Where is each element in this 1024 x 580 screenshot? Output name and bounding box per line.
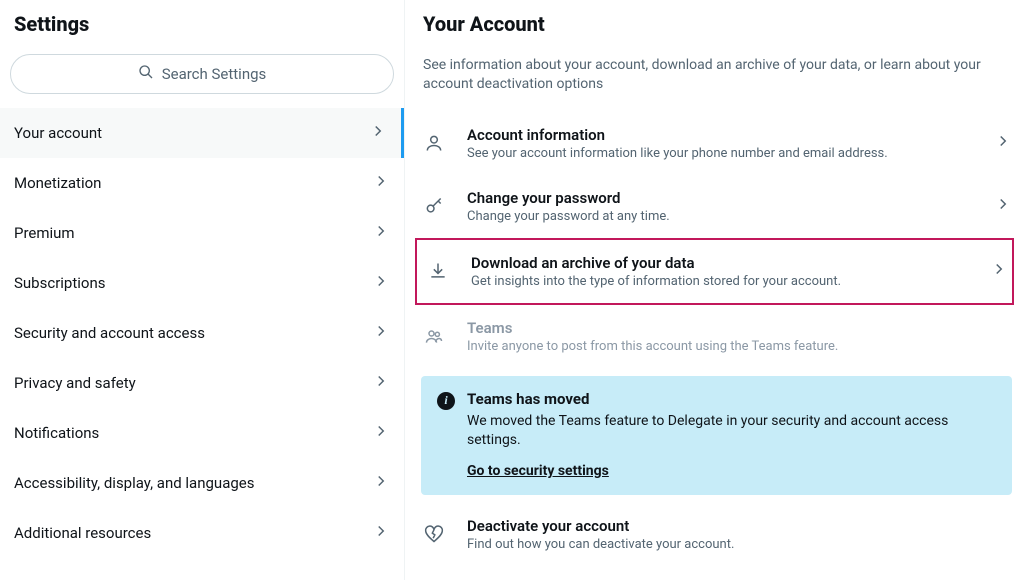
option-desc: Find out how you can deactivate your acc… [467, 537, 1012, 552]
chevron-right-icon [372, 222, 390, 244]
callout-text: We moved the Teams feature to Delegate i… [467, 412, 996, 451]
nav-accessibility[interactable]: Accessibility, display, and languages [0, 458, 404, 508]
chevron-right-icon [372, 272, 390, 294]
search-settings-input[interactable]: Search Settings [10, 54, 394, 94]
option-account-information[interactable]: Account information See your account inf… [405, 112, 1024, 175]
nav-security[interactable]: Security and account access [0, 308, 404, 358]
nav-label: Notifications [14, 424, 99, 442]
callout-title: Teams has moved [467, 390, 996, 408]
option-title: Account information [467, 126, 976, 144]
nav-label: Subscriptions [14, 274, 105, 292]
nav-notifications[interactable]: Notifications [0, 408, 404, 458]
person-icon [419, 133, 449, 153]
nav-label: Accessibility, display, and languages [14, 474, 254, 492]
nav-label: Premium [14, 224, 75, 242]
nav-label: Privacy and safety [14, 374, 136, 392]
teams-moved-callout: i Teams has moved We moved the Teams fea… [421, 376, 1012, 495]
heartbreak-icon [419, 524, 449, 544]
panel-title: Your Account [405, 0, 1024, 46]
option-title: Change your password [467, 189, 976, 207]
chevron-right-icon [994, 132, 1012, 154]
account-panel: Your Account See information about your … [405, 0, 1024, 580]
option-title: Teams [467, 319, 1012, 337]
nav-monetization[interactable]: Monetization [0, 158, 404, 208]
option-deactivate[interactable]: Deactivate your account Find out how you… [405, 503, 1024, 566]
nav-label: Monetization [14, 174, 101, 192]
settings-sidebar: Settings Search Settings Your account Mo… [0, 0, 405, 580]
key-icon [419, 196, 449, 216]
nav-label: Your account [14, 124, 102, 142]
chevron-right-icon [372, 322, 390, 344]
nav-privacy[interactable]: Privacy and safety [0, 358, 404, 408]
search-placeholder: Search Settings [162, 65, 267, 83]
option-title: Deactivate your account [467, 517, 1012, 535]
nav-subscriptions[interactable]: Subscriptions [0, 258, 404, 308]
chevron-right-icon [372, 172, 390, 194]
settings-nav: Your account Monetization Premium Subscr… [0, 108, 404, 558]
chevron-right-icon [372, 372, 390, 394]
option-title: Download an archive of your data [471, 254, 972, 272]
option-desc: Get insights into the type of informatio… [471, 274, 972, 289]
option-teams: Teams Invite anyone to post from this ac… [405, 305, 1024, 368]
chevron-right-icon [372, 472, 390, 494]
nav-your-account[interactable]: Your account [0, 108, 404, 158]
go-to-security-link[interactable]: Go to security settings [467, 463, 609, 479]
option-desc: Change your password at any time. [467, 209, 976, 224]
nav-label: Additional resources [14, 524, 151, 542]
chevron-right-icon [990, 260, 1008, 282]
chevron-right-icon [994, 195, 1012, 217]
info-icon: i [437, 392, 455, 410]
people-icon [419, 326, 449, 346]
panel-subtitle: See information about your account, down… [405, 46, 1024, 112]
search-icon [138, 64, 154, 84]
nav-premium[interactable]: Premium [0, 208, 404, 258]
settings-title: Settings [0, 0, 404, 54]
nav-label: Security and account access [14, 324, 205, 342]
nav-additional[interactable]: Additional resources [0, 508, 404, 558]
option-desc: See your account information like your p… [467, 146, 976, 161]
option-download-archive[interactable]: Download an archive of your data Get ins… [415, 238, 1014, 305]
download-icon [423, 261, 453, 281]
chevron-right-icon [369, 122, 387, 144]
chevron-right-icon [372, 422, 390, 444]
account-options: Account information See your account inf… [405, 112, 1024, 566]
option-change-password[interactable]: Change your password Change your passwor… [405, 175, 1024, 238]
chevron-right-icon [372, 522, 390, 544]
option-desc: Invite anyone to post from this account … [467, 339, 1012, 354]
